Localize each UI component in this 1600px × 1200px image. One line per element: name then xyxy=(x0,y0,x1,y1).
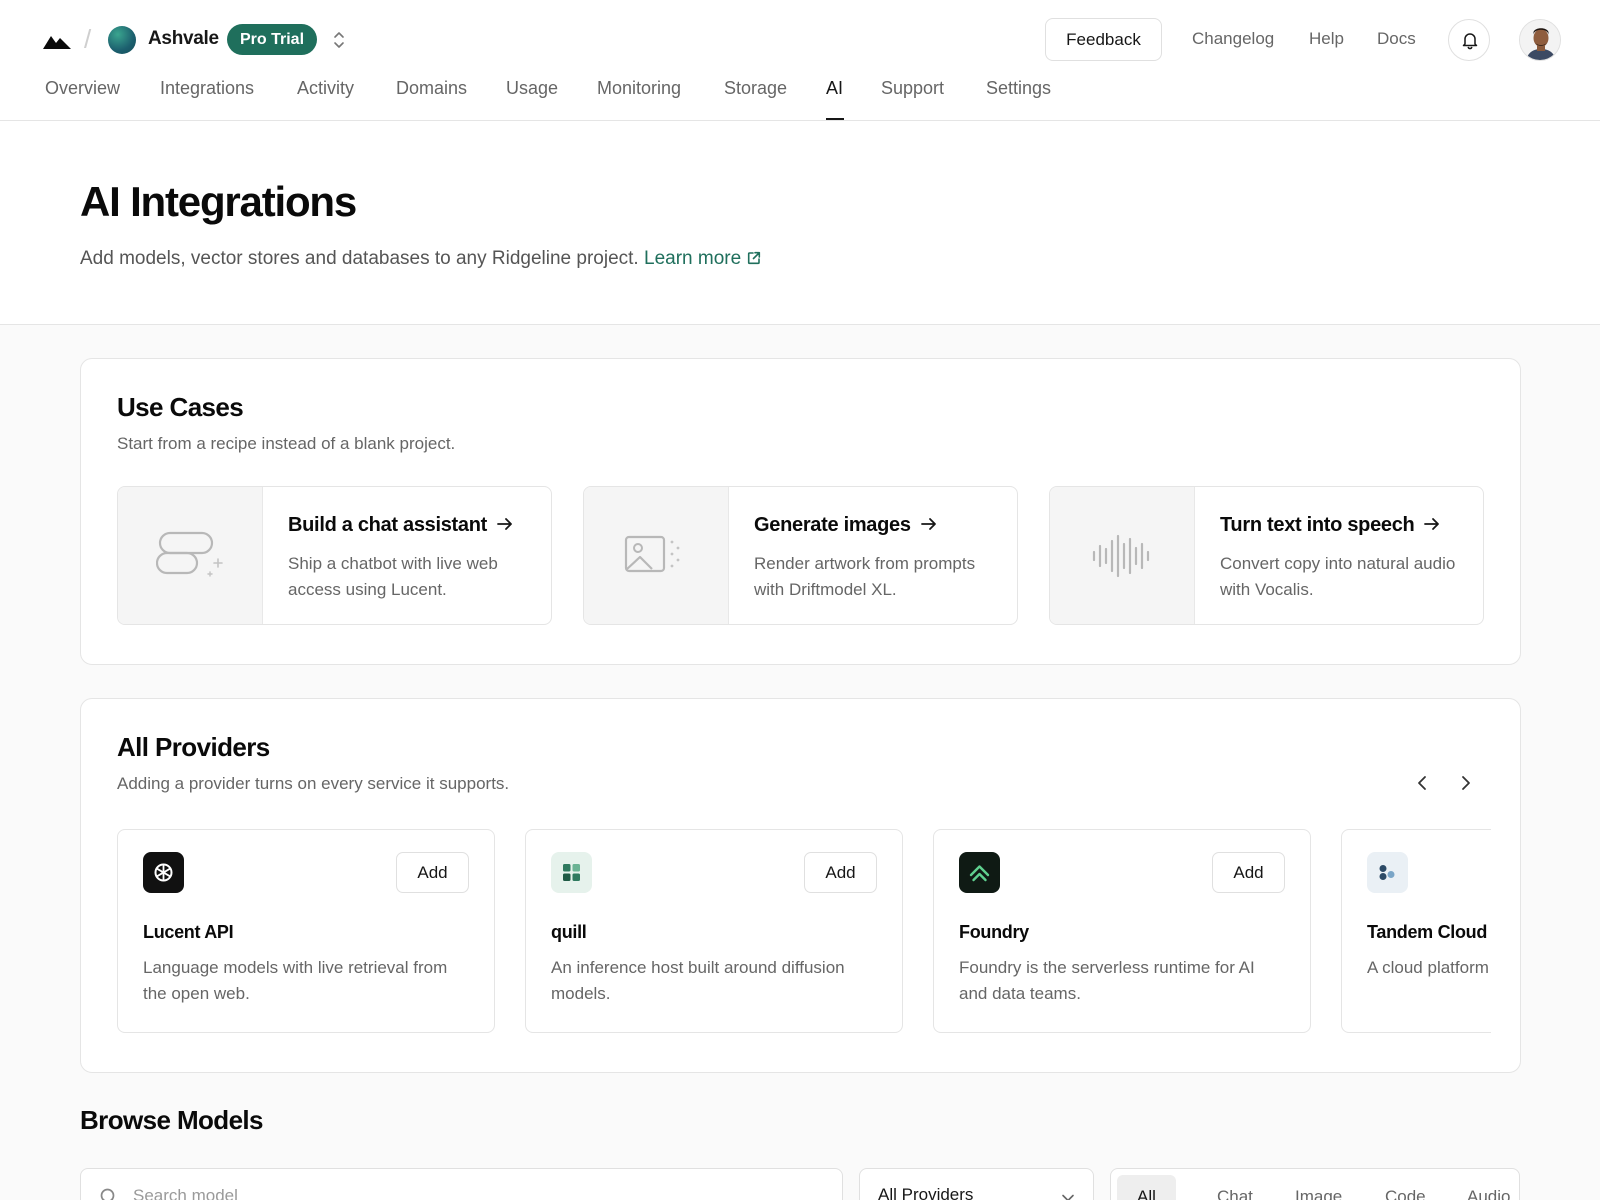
tandem-icon xyxy=(1367,852,1408,893)
provider-card-quill[interactable]: Add quill An inference host built around… xyxy=(525,829,903,1033)
help-link[interactable]: Help xyxy=(1309,29,1344,49)
tab-usage[interactable]: Usage xyxy=(506,78,558,99)
quill-logo xyxy=(563,864,580,881)
changelog-link[interactable]: Changelog xyxy=(1192,29,1274,49)
provider-name: quill xyxy=(551,922,587,942)
add-provider-button[interactable]: Add xyxy=(396,852,469,893)
provider-description: A cloud platform for tuning open models. xyxy=(1367,958,1491,977)
tab-settings[interactable]: Settings xyxy=(986,78,1051,99)
foundry-icon xyxy=(959,852,1000,893)
tab-support[interactable]: Support xyxy=(881,78,944,99)
carousel-prev-button[interactable] xyxy=(1411,772,1433,794)
provider-name: Lucent API xyxy=(143,922,234,942)
use-case-title-text: Build a chat assistant xyxy=(288,514,488,536)
use-case-thumbnail xyxy=(118,487,263,624)
use-case-title: Generate images xyxy=(754,514,937,537)
provider-description: An inference host built around diffusion… xyxy=(551,958,845,1003)
use-cases-subtitle: Start from a recipe instead of a blank p… xyxy=(117,434,456,453)
tab-overview[interactable]: Overview xyxy=(45,78,120,99)
tab-storage[interactable]: Storage xyxy=(724,78,787,99)
providers-title: All Providers xyxy=(117,732,270,762)
page-title: AI Integrations xyxy=(80,178,357,225)
active-tab-indicator xyxy=(826,118,844,120)
use-case-text-to-speech[interactable]: Turn text into speech Convert copy into … xyxy=(1049,486,1484,625)
add-provider-button[interactable]: Add xyxy=(1212,852,1285,893)
providers-carousel[interactable]: Add Lucent API Language models with live… xyxy=(117,829,1491,1034)
tab-integrations[interactable]: Integrations xyxy=(160,78,254,99)
use-case-description: Ship a chatbot with live web access usin… xyxy=(288,554,498,599)
use-case-title-text: Generate images xyxy=(754,514,911,536)
notifications-button[interactable] xyxy=(1448,19,1490,61)
team-switcher-icon[interactable] xyxy=(331,29,347,51)
filter-all[interactable]: All xyxy=(1117,1175,1176,1200)
browse-models-title: Browse Models xyxy=(80,1105,264,1135)
provider-select[interactable]: All Providers xyxy=(859,1168,1094,1200)
tab-domains[interactable]: Domains xyxy=(396,78,467,99)
filter-image[interactable]: Image xyxy=(1275,1175,1362,1200)
team-name[interactable]: Ashvale xyxy=(148,28,219,50)
page-subtitle: Add models, vector stores and databases … xyxy=(80,248,761,270)
add-provider-button[interactable]: Add xyxy=(804,852,877,893)
waveform-icon xyxy=(1092,534,1150,578)
feedback-button[interactable]: Feedback xyxy=(1045,18,1162,61)
quill-icon xyxy=(551,852,592,893)
arrow-right-icon xyxy=(497,518,512,530)
learn-more-link[interactable]: Learn more xyxy=(644,248,761,269)
image-icon xyxy=(624,535,680,573)
tab-activity[interactable]: Activity xyxy=(297,78,354,99)
use-case-thumbnail xyxy=(1050,487,1195,624)
use-case-generate-images[interactable]: Generate images Render artwork from prom… xyxy=(583,486,1018,625)
chat-bubbles-icon xyxy=(156,531,223,577)
search-icon xyxy=(100,1188,115,1200)
use-case-description: Render artwork from prompts with Driftmo… xyxy=(754,554,976,599)
carousel-next-button[interactable] xyxy=(1455,772,1477,794)
provider-name: Tandem Cloud xyxy=(1367,922,1488,942)
team-avatar[interactable] xyxy=(108,26,136,54)
arrow-right-icon xyxy=(920,518,936,530)
use-case-title: Turn text into speech xyxy=(1220,514,1440,537)
external-link-icon xyxy=(748,251,761,265)
provider-description: Language models with live retrieval from… xyxy=(143,958,448,1003)
foundry-logo xyxy=(969,865,990,882)
provider-card-tandem[interactable]: Add Tandem Cloud A cloud platform for tu… xyxy=(1341,829,1491,1033)
plan-badge: Pro Trial xyxy=(227,24,318,55)
docs-link[interactable]: Docs xyxy=(1377,29,1416,49)
breadcrumb-separator: / xyxy=(84,24,92,54)
provider-select-value: All Providers xyxy=(878,1185,974,1200)
use-case-title: Build a chat assistant xyxy=(288,514,513,537)
page-subtitle-text: Add models, vector stores and databases … xyxy=(80,248,639,269)
tab-monitoring[interactable]: Monitoring xyxy=(597,78,681,99)
provider-name: Foundry xyxy=(959,922,1029,942)
chevron-down-icon xyxy=(1062,1194,1074,1200)
tab-ai[interactable]: AI xyxy=(826,78,843,99)
search-input[interactable] xyxy=(133,1181,813,1200)
use-case-title-text: Turn text into speech xyxy=(1220,514,1415,536)
user-avatar[interactable] xyxy=(1519,19,1561,61)
learn-more-label: Learn more xyxy=(644,248,742,269)
logo-icon[interactable] xyxy=(43,31,71,49)
providers-card: All Providers Adding a provider turns on… xyxy=(80,698,1521,1073)
provider-description: Foundry is the serverless runtime for AI… xyxy=(959,958,1255,1003)
filter-code[interactable]: Code xyxy=(1365,1175,1446,1200)
model-type-filter: All Chat Image Code Audio xyxy=(1110,1168,1520,1200)
use-case-description: Convert copy into natural audio with Voc… xyxy=(1220,554,1456,599)
filter-chat[interactable]: Chat xyxy=(1197,1175,1273,1200)
lucent-logo xyxy=(154,863,173,882)
arrow-right-icon xyxy=(1424,518,1440,530)
app-header: / Ashvale Pro Trial Feedback Changelog H… xyxy=(0,0,1600,121)
providers-subtitle: Adding a provider turns on every service… xyxy=(117,774,510,793)
bell-icon xyxy=(1462,33,1478,50)
model-search[interactable] xyxy=(80,1168,843,1200)
provider-card-foundry[interactable]: Add Foundry Foundry is the serverless ru… xyxy=(933,829,1311,1033)
user-photo-icon xyxy=(1520,20,1560,60)
filter-audio[interactable]: Audio xyxy=(1447,1175,1530,1200)
use-cases-title: Use Cases xyxy=(117,392,244,422)
use-case-thumbnail xyxy=(584,487,729,624)
lucent-icon xyxy=(143,852,184,893)
use-case-chat-assistant[interactable]: Build a chat assistant Ship a chatbot wi… xyxy=(117,486,552,625)
use-cases-card: Use Cases Start from a recipe instead of… xyxy=(80,358,1521,665)
provider-card-lucent[interactable]: Add Lucent API Language models with live… xyxy=(117,829,495,1033)
topbar: / Ashvale Pro Trial Feedback Changelog H… xyxy=(0,0,1600,80)
tandem-logo xyxy=(1379,865,1395,880)
